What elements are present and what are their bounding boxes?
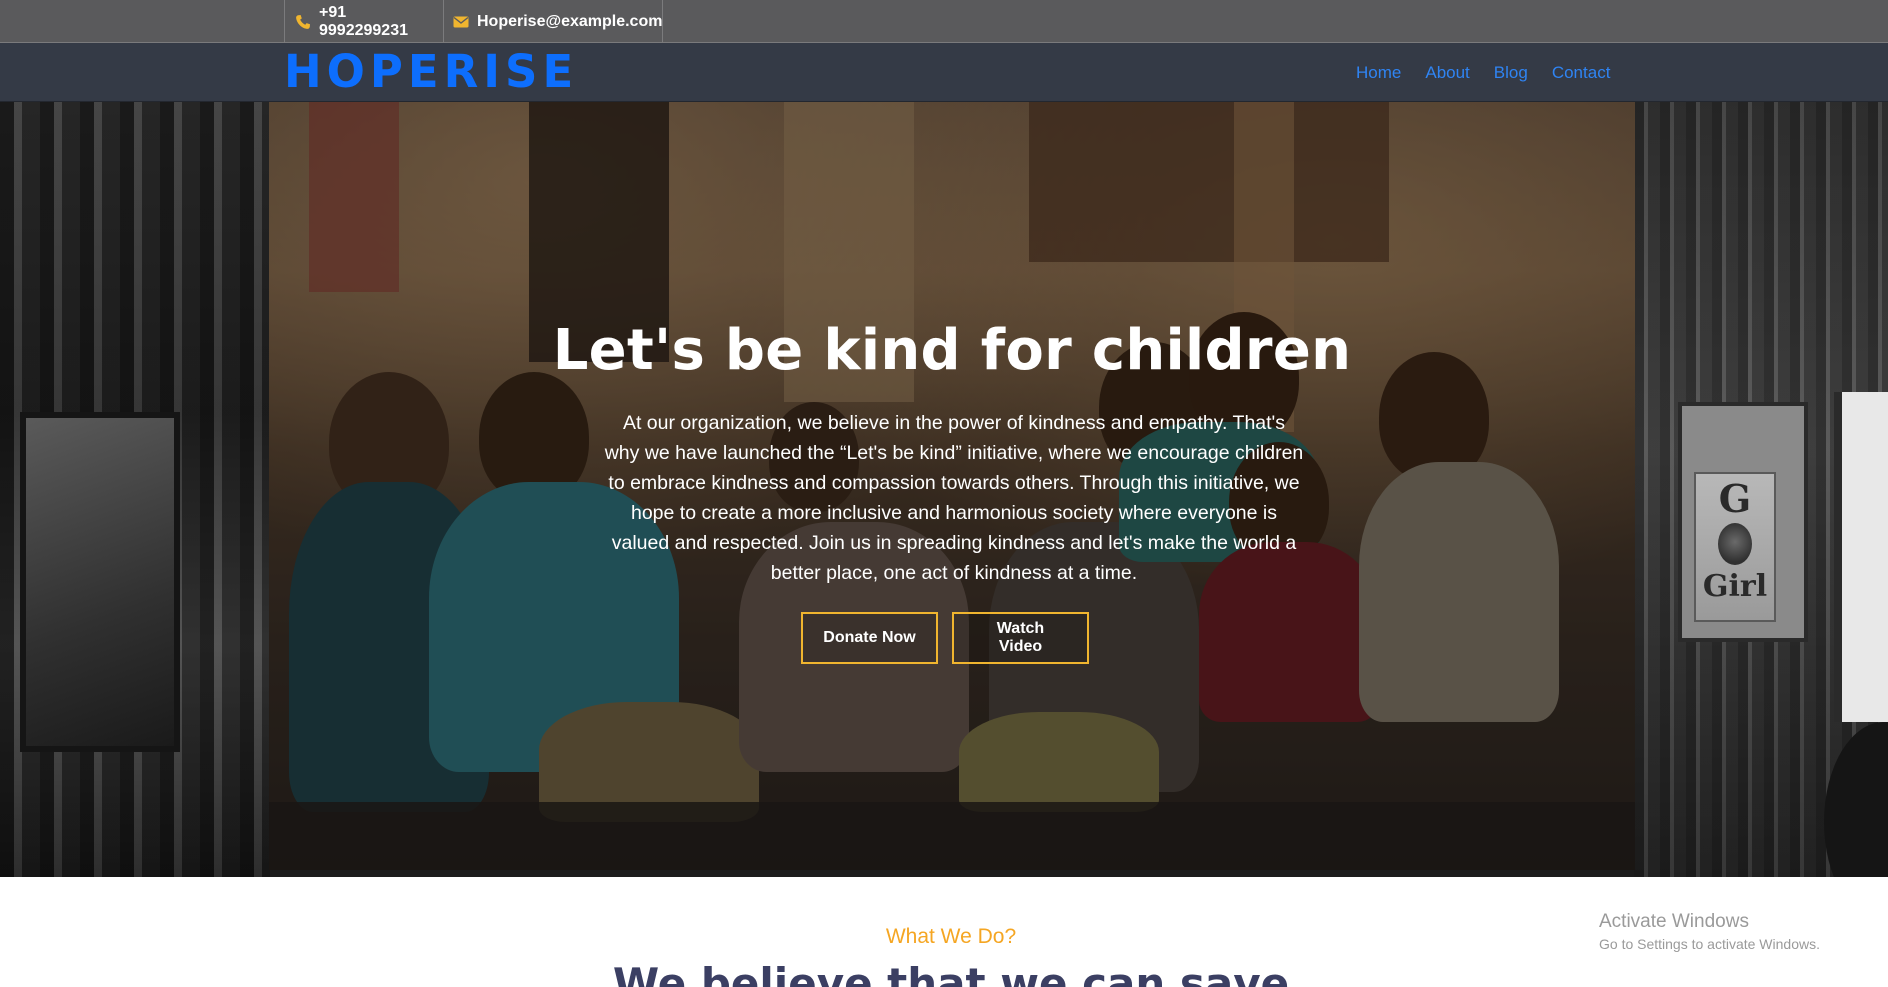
main-navbar: HOPERISE Home About Blog Contact — [0, 43, 1888, 102]
hero-buttons: Donate Now Watch Video — [269, 612, 1635, 664]
hero-content: Let's be kind for children At our organi… — [269, 102, 1635, 870]
hero-background-left — [0, 102, 270, 877]
donate-now-button[interactable]: Donate Now — [801, 612, 938, 664]
activate-windows-watermark: Activate Windows Go to Settings to activ… — [1599, 911, 1820, 952]
nav-links: Home About Blog Contact — [1340, 43, 1622, 102]
poster-face-image — [1718, 523, 1752, 565]
nav-link-contact[interactable]: Contact — [1552, 63, 1611, 83]
section-heading: We believe that we can save — [612, 959, 1290, 987]
child-head-silhouette — [1824, 722, 1888, 877]
girl-poster-image: G Girl — [1694, 472, 1776, 622]
nav-link-blog[interactable]: Blog — [1494, 63, 1528, 83]
chalkboard-image — [20, 412, 180, 752]
watermark-title: Activate Windows — [1599, 911, 1749, 932]
hero-description: At our organization, we believe in the p… — [604, 412, 1304, 584]
hero-title: Let's be kind for children — [552, 318, 1352, 383]
site-logo[interactable]: HOPERISE — [284, 49, 578, 94]
hero-section: G Girl Let's be kind for children At our… — [0, 102, 1888, 877]
watch-video-button[interactable]: Watch Video — [952, 612, 1089, 664]
nav-link-home[interactable]: Home — [1356, 63, 1401, 83]
poster-word: Girl — [1702, 569, 1768, 604]
email-address: Hoperise@example.com — [477, 12, 663, 30]
watermark-subtitle: Go to Settings to activate Windows. — [1599, 936, 1820, 952]
top-contact-bar: +91 9992299231 Hoperise@example.com — [0, 0, 1888, 43]
phone-number: +91 9992299231 — [319, 3, 408, 39]
nav-link-about[interactable]: About — [1425, 63, 1469, 83]
poster-letter: G — [1718, 476, 1752, 521]
email-contact[interactable]: Hoperise@example.com — [443, 0, 663, 43]
hero-background-right: G Girl — [1634, 102, 1888, 877]
phone-contact[interactable]: +91 9992299231 — [284, 0, 444, 43]
phone-icon — [295, 14, 311, 30]
envelope-icon — [453, 14, 469, 30]
window-image — [1834, 392, 1888, 722]
